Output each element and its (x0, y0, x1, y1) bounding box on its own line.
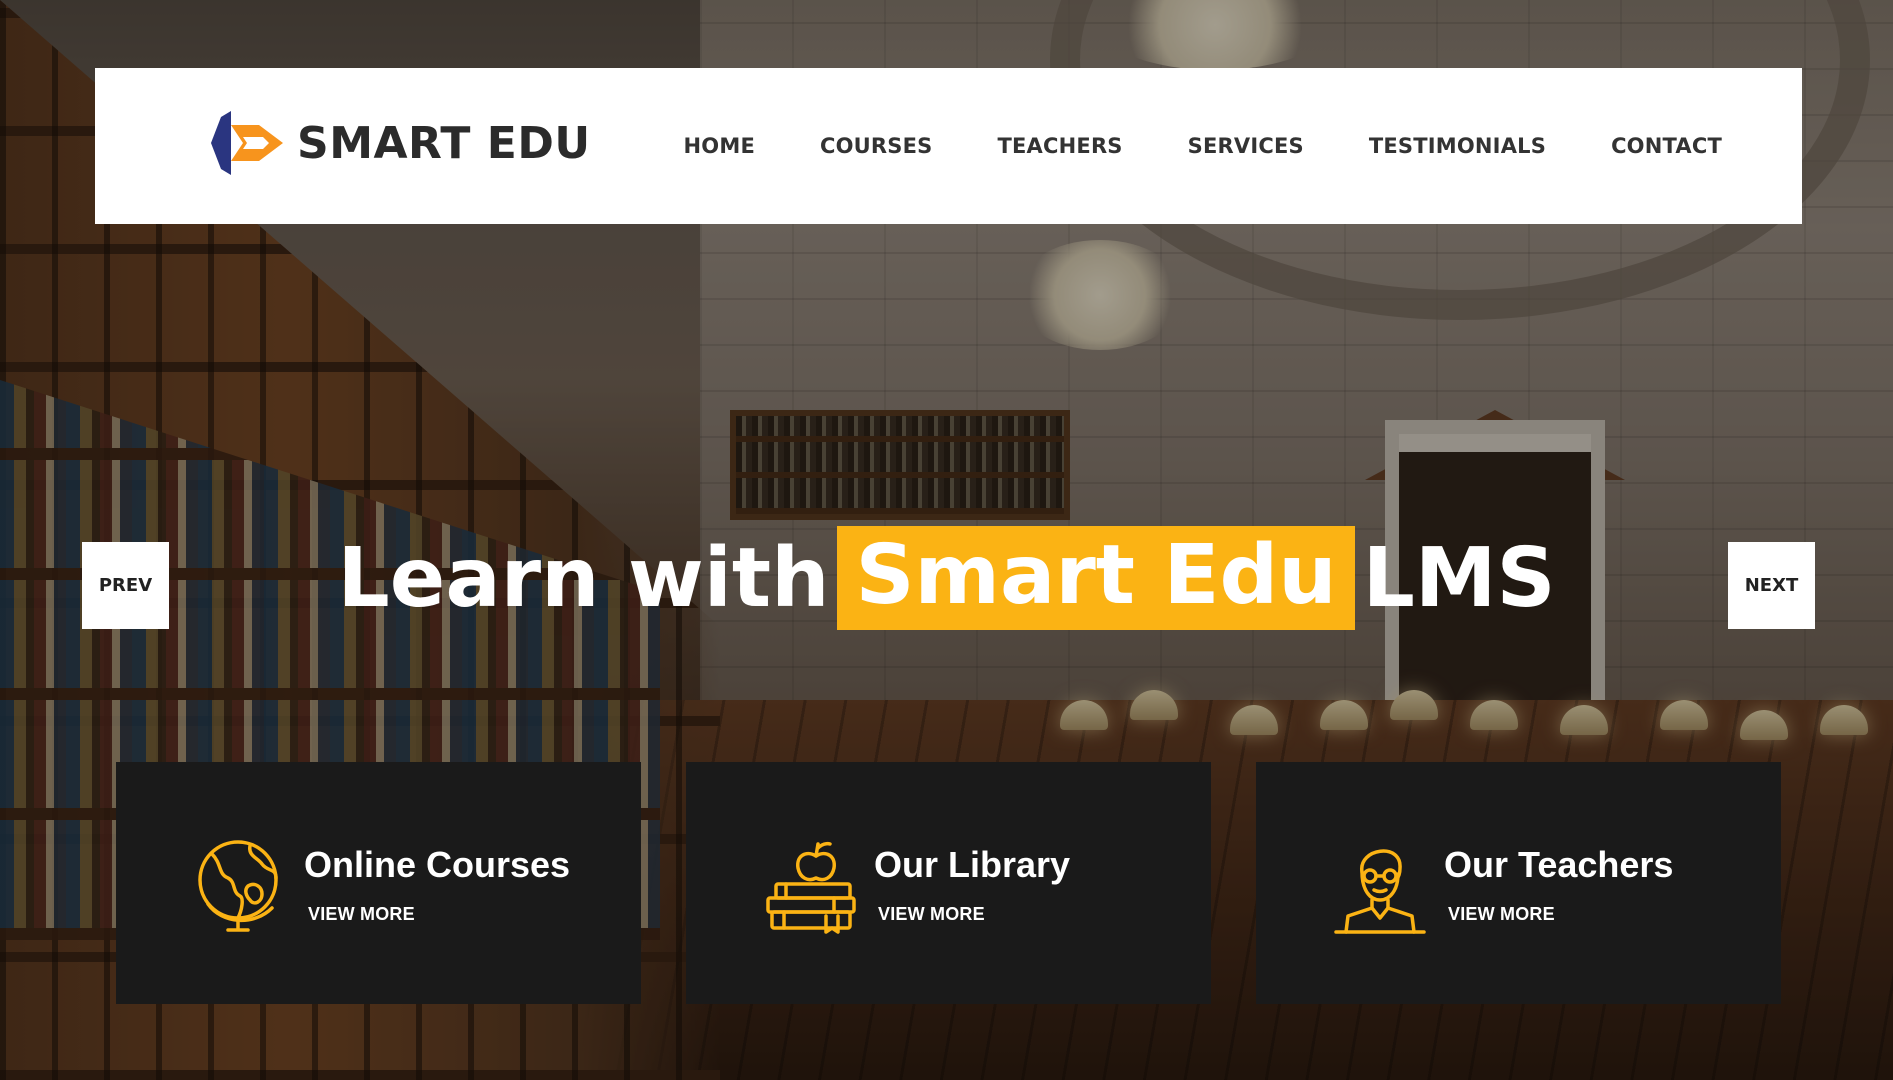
hero-title-highlight: Smart Edu (837, 526, 1355, 630)
feature-card-our-teachers: Our Teachers VIEW MORE (1256, 762, 1781, 1004)
view-more-link[interactable]: VIEW MORE (1448, 904, 1555, 925)
nav-courses[interactable]: COURSES (820, 134, 932, 158)
site-header: SMART EDU HOME COURSES TEACHERS SERVICES… (95, 68, 1802, 224)
feature-card-our-library: Our Library VIEW MORE (686, 762, 1211, 1004)
view-more-link[interactable]: VIEW MORE (878, 904, 985, 925)
feature-title: Online Courses (304, 844, 571, 885)
brand-name: SMART EDU (297, 117, 591, 169)
hero-title: Learn with Smart Edu LMS (0, 526, 1893, 630)
smart-edu-logo-icon (211, 111, 283, 175)
nav-home[interactable]: HOME (684, 134, 755, 158)
feature-title: Our Library (874, 844, 1071, 885)
nav-testimonials[interactable]: TESTIMONIALS (1369, 134, 1546, 158)
hero-title-suffix: LMS (1362, 530, 1556, 626)
view-more-link[interactable]: VIEW MORE (308, 904, 415, 925)
nav-teachers[interactable]: TEACHERS (997, 134, 1122, 158)
hero-title-prefix: Learn with (337, 530, 830, 626)
nav-contact[interactable]: CONTACT (1611, 134, 1722, 158)
feature-title: Our Teachers (1444, 844, 1674, 885)
slider-next-button[interactable]: NEXT (1728, 542, 1815, 629)
feature-card-online-courses: Online Courses VIEW MORE (116, 762, 641, 1004)
nav-services[interactable]: SERVICES (1188, 134, 1304, 158)
brand-logo[interactable]: SMART EDU (207, 111, 591, 175)
globe-icon (198, 840, 278, 932)
slider-prev-button[interactable]: PREV (82, 542, 169, 629)
books-apple-icon (766, 841, 856, 934)
teacher-icon (1334, 849, 1426, 934)
main-navigation: HOME COURSES TEACHERS SERVICES TESTIMONI… (619, 68, 1722, 224)
